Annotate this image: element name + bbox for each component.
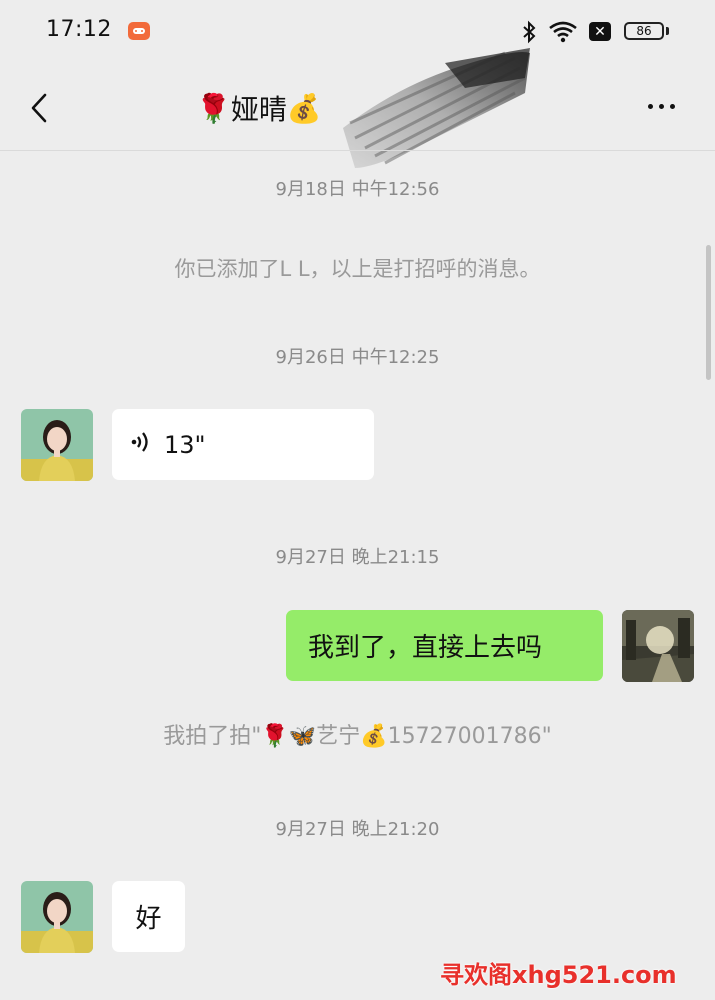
pat-name: 艺宁	[316, 724, 361, 749]
timestamp: 9月26日 中午12:25	[275, 347, 440, 368]
scrollbar[interactable]	[706, 245, 711, 380]
pat-prefix: 我拍了拍"	[163, 724, 262, 749]
outgoing-message-bubble[interactable]: 我到了，直接上去吗	[286, 610, 603, 681]
nav-divider	[0, 150, 715, 151]
system-message: 你已添加了L L，以上是打招呼的消息。	[174, 257, 541, 281]
wifi-icon	[548, 20, 578, 48]
battery-indicator: 86	[624, 22, 664, 40]
timestamp: 9月27日 晚上21:15	[275, 547, 440, 568]
contact-name: 娅晴	[230, 93, 287, 126]
rose-emoji: 🌹	[196, 91, 231, 125]
rose-emoji: 🌹	[261, 724, 289, 749]
close-box-icon: ✕	[589, 22, 611, 41]
voice-icon	[130, 429, 152, 461]
message-text: 我到了，直接上去吗	[308, 633, 543, 663]
chevron-left-icon[interactable]	[28, 92, 50, 128]
watermark-text: 寻欢阁xhg521.com	[440, 961, 677, 989]
money-bag-emoji: 💰	[286, 91, 322, 125]
battery-tip	[666, 27, 669, 35]
pat-message: 我拍了拍"🌹🦋艺宁💰15727001786"	[0, 718, 715, 750]
game-app-icon	[128, 22, 150, 40]
avatar[interactable]	[21, 409, 93, 481]
money-bag-emoji: 💰	[360, 724, 388, 749]
timestamp: 9月27日 晚上21:20	[275, 819, 440, 840]
more-icon[interactable]	[648, 104, 675, 109]
bluetooth-icon	[520, 20, 538, 48]
avatar[interactable]	[21, 881, 93, 953]
voice-duration: 13"	[164, 430, 206, 459]
butterfly-emoji: 🦋	[288, 724, 317, 749]
chat-title: 🌹 娅晴 💰	[196, 88, 322, 128]
timestamp: 9月18日 中午12:56	[275, 179, 440, 200]
voice-message-bubble[interactable]: 13"	[112, 409, 374, 480]
message-text: 好	[135, 904, 162, 934]
redaction-scribble	[335, 48, 535, 177]
my-avatar[interactable]	[622, 610, 694, 682]
incoming-message-bubble[interactable]: 好	[112, 881, 185, 952]
pat-suffix: 15727001786"	[387, 724, 552, 749]
status-time: 17:12	[46, 17, 112, 42]
